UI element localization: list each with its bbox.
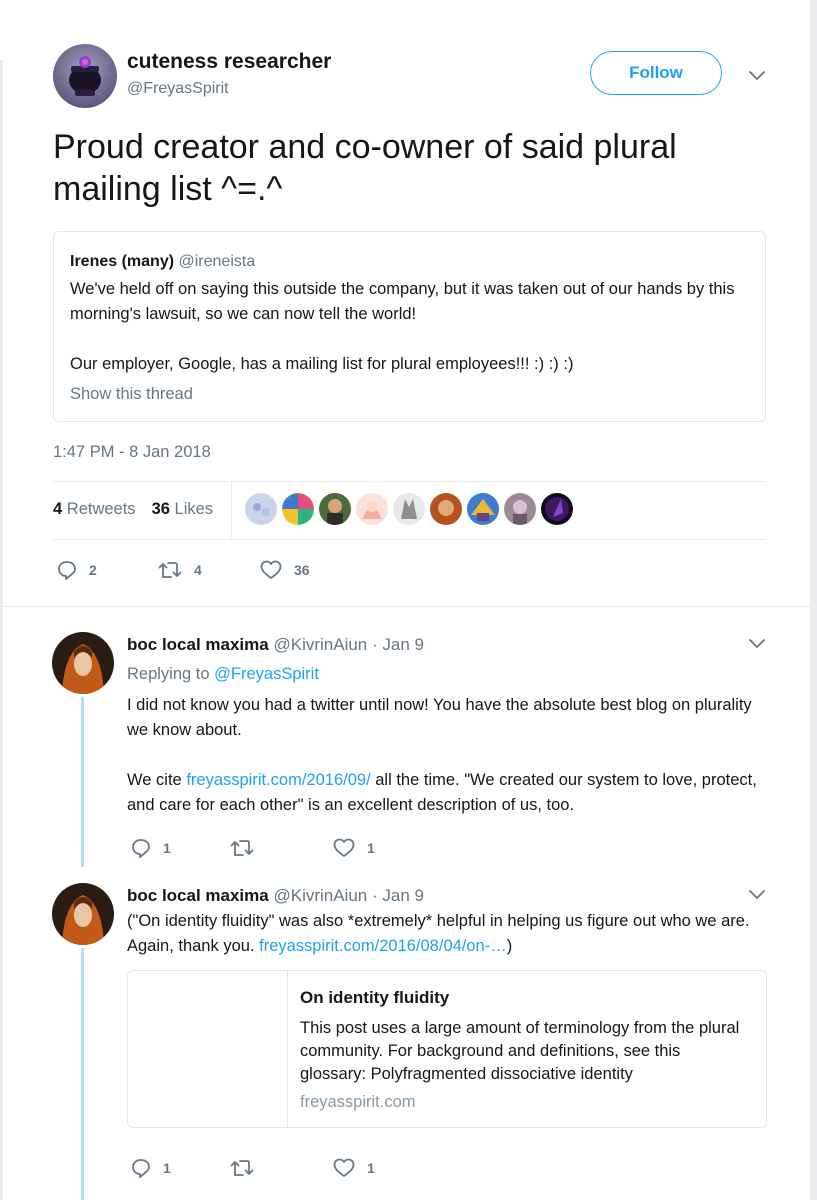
show-thread-link[interactable]: Show this thread — [70, 385, 193, 404]
liker-avatar[interactable] — [504, 493, 536, 525]
reply-icon — [58, 561, 76, 580]
liker-avatar[interactable] — [541, 493, 573, 525]
card-image — [128, 971, 288, 1127]
reply-count: 1 — [163, 1160, 171, 1176]
reply-avatar[interactable] — [52, 883, 114, 945]
reply-count: 2 — [89, 562, 97, 578]
retweet-icon — [230, 1160, 254, 1176]
more-options-chevron-icon[interactable] — [747, 66, 767, 86]
liker-avatar[interactable] — [393, 493, 425, 525]
reply-paragraph: We cite freyasspirit.com/2016/09/ all th… — [127, 768, 767, 818]
quoted-paragraph: We've held off on saying this outside th… — [70, 280, 735, 323]
thread-line — [81, 948, 84, 1200]
retweet-action[interactable] — [230, 838, 266, 858]
quoted-tweet[interactable]: Irenes (many) @ireneista We've held off … — [53, 231, 766, 422]
follow-button[interactable]: Follow — [590, 51, 722, 95]
tweet-text: Proud creator and co-owner of said plura… — [53, 128, 677, 208]
liker-avatar[interactable] — [245, 493, 277, 525]
tweet-page: cuteness researcher @FreyasSpirit Follow… — [0, 0, 817, 1200]
replying-to-handle[interactable]: @FreyasSpirit — [214, 665, 319, 683]
likes-stat[interactable]: 36 Likes — [152, 500, 213, 519]
like-action[interactable]: 1 — [333, 1158, 375, 1178]
retweet-action[interactable] — [230, 1158, 266, 1178]
reply-icon — [132, 839, 150, 858]
quoted-tweet-text: We've held off on saying this outside th… — [70, 277, 760, 377]
quoted-paragraph: Our employer, Google, has a mailing list… — [70, 355, 574, 373]
card-description: This post uses a large amount of termino… — [300, 1019, 740, 1083]
reply-author-handle[interactable]: @KivrinAiun — [273, 886, 367, 905]
author-name[interactable]: cuteness researcher — [127, 50, 331, 74]
liker-avatar[interactable] — [430, 493, 462, 525]
replying-to: Replying to @FreyasSpirit — [127, 662, 319, 687]
reply-action[interactable]: 1 — [131, 838, 171, 858]
like-count: 36 — [294, 562, 310, 578]
heart-icon — [260, 560, 282, 579]
reply-count: 1 — [163, 840, 171, 856]
page-edge-left — [0, 60, 3, 1200]
retweets-count: 4 — [53, 500, 63, 518]
liker-avatar[interactable] — [319, 493, 351, 525]
like-count: 1 — [367, 1160, 375, 1176]
author-handle[interactable]: @FreyasSpirit — [127, 80, 229, 98]
avatar[interactable] — [53, 44, 117, 108]
section-divider — [0, 606, 810, 607]
reply-text: ("On identity fluidity" was also *extrem… — [127, 909, 767, 959]
reply-author-name[interactable]: boc local maxima — [127, 635, 269, 654]
replying-to-label: Replying to — [127, 665, 210, 683]
reply-author-name[interactable]: boc local maxima — [127, 886, 269, 905]
retweets-label: Retweets — [66, 500, 136, 518]
blog-link[interactable]: freyasspirit.com/2016/09/ — [186, 771, 370, 789]
quoted-author: Irenes (many) @ireneista — [70, 253, 255, 271]
reply-text-segment: We cite — [127, 771, 182, 789]
reply-action[interactable]: 1 — [131, 1158, 171, 1178]
stats-divider — [231, 482, 232, 538]
divider — [53, 539, 766, 540]
liker-avatar[interactable] — [282, 493, 314, 525]
quoted-author-name: Irenes (many) — [70, 253, 175, 270]
liker-avatar[interactable] — [356, 493, 388, 525]
reply-avatar[interactable] — [52, 632, 114, 694]
thread-line — [81, 697, 84, 867]
retweet-icon — [158, 562, 182, 578]
retweet-icon — [230, 840, 254, 856]
reply-text: I did not know you had a twitter until n… — [127, 693, 767, 818]
retweets-stat[interactable]: 4 Retweets — [53, 500, 136, 519]
divider — [53, 481, 766, 482]
tweet-timestamp[interactable]: 1:47 PM - 8 Jan 2018 — [53, 443, 211, 462]
quoted-author-handle: @ireneista — [178, 253, 256, 270]
reply-text-segment: ) — [506, 937, 513, 955]
reply-action[interactable]: 2 — [57, 560, 97, 580]
reply-time[interactable]: · Jan 9 — [372, 635, 424, 654]
like-action[interactable]: 36 — [260, 560, 310, 580]
heart-icon — [333, 838, 355, 857]
like-action[interactable]: 1 — [333, 838, 375, 858]
like-count: 1 — [367, 840, 375, 856]
reply-time[interactable]: · Jan 9 — [372, 886, 424, 905]
reply-author-handle[interactable]: @KivrinAiun — [273, 635, 367, 654]
likes-count: 36 — [151, 500, 170, 518]
reply-options-chevron-icon[interactable] — [747, 634, 767, 654]
card-domain: freyasspirit.com — [300, 1093, 416, 1111]
likes-label: Likes — [174, 500, 214, 518]
blog-post-link[interactable]: freyasspirit.com/2016/08/04/on-… — [259, 937, 507, 955]
reply-header: boc local maxima @KivrinAiun · Jan 9 — [127, 886, 424, 906]
card-title: On identity fluidity — [300, 988, 450, 1007]
link-preview-card[interactable]: On identity fluidity This post uses a la… — [127, 970, 767, 1128]
reply-header: boc local maxima @KivrinAiun · Jan 9 — [127, 635, 424, 655]
page-edge-right — [810, 0, 817, 1200]
heart-icon — [333, 1158, 355, 1177]
retweet-action[interactable]: 4 — [158, 560, 202, 580]
reply-options-chevron-icon[interactable] — [747, 885, 767, 905]
tweet-stats: 4 Retweets 36 Likes — [53, 500, 213, 519]
liker-avatar[interactable] — [467, 493, 499, 525]
reply-icon — [132, 1159, 150, 1178]
retweet-count: 4 — [194, 562, 202, 578]
reply-paragraph: I did not know you had a twitter until n… — [127, 696, 752, 739]
